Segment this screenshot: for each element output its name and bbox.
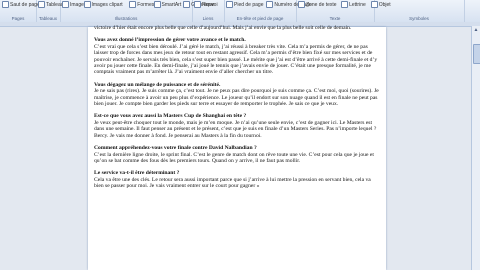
ribbon-button-label: SmartArt [161, 1, 182, 8]
ribbon-button[interactable]: Lettrine [341, 1, 366, 8]
ribbon-group: Pied de page Numéro de page En-tête et pie… [224, 0, 312, 22]
ribbon-button-label: Images clipart [91, 1, 123, 8]
ribbon: Saut de page Pages Tableau Tableaux Image Ima… [0, 0, 480, 23]
ribbon-group-label: Symboles [409, 16, 429, 21]
ribbon-button[interactable]: Zone de texte [298, 1, 337, 8]
ribbon-button-label: Formes [137, 1, 155, 8]
cross-reference-icon [194, 1, 201, 8]
scroll-up-icon[interactable]: ▲ [473, 27, 479, 33]
answer-paragraph: C’est la dernière ligne droite, le sprin… [94, 151, 374, 164]
ribbon-group: Image Images clipart Formes SmartArt Graphiq… [60, 0, 214, 22]
scroll-thumb[interactable] [473, 44, 480, 64]
ribbon-button-label: Renvoi [202, 1, 218, 8]
ribbon-button[interactable]: Image [62, 1, 84, 8]
answer-paragraph: Cela va être une des clés. Le retour ser… [94, 176, 371, 190]
text-box-icon [298, 1, 305, 8]
ribbon-group: Tableau Tableaux [36, 0, 64, 22]
paragraph: victoire d’hier était encore plus belle … [94, 25, 352, 31]
ribbon-group-label: Liens [202, 16, 214, 21]
picture-icon [62, 1, 69, 8]
table-icon [38, 1, 45, 8]
answer-paragraph: C’est vrai que cela s’est bien déroulé. … [94, 43, 378, 76]
ribbon-button[interactable]: Renvoi [194, 1, 218, 8]
ribbon-button-label: Lettrine [349, 1, 366, 8]
ribbon-group: Symboles [374, 0, 465, 22]
ribbon-group-label: Illustrations [114, 16, 138, 21]
document-page[interactable]: victoire d’hier était encore plus belle … [88, 25, 386, 270]
ribbon-button-label: Pied de page [234, 1, 264, 8]
ribbon-group-label: Texte [329, 16, 341, 21]
ribbon-button-label: Zone de texte [306, 1, 337, 8]
smartart-icon [153, 1, 161, 8]
ribbon-button-label: Image [70, 1, 84, 8]
ribbon-group-label: Pages [11, 16, 25, 21]
answer-paragraph: Je ne sais pas (rires). Je suis comme ça… [94, 88, 379, 108]
ribbon-button[interactable]: Saut de page [2, 1, 40, 8]
ribbon-group: Zone de texte Lettrine Objet Texte [296, 0, 391, 22]
ribbon-button[interactable]: Pied de page [226, 1, 263, 8]
ribbon-group-label: En-tête et pied de page [236, 16, 284, 21]
ribbon-button[interactable]: SmartArt [153, 1, 182, 8]
chart-icon [183, 1, 191, 8]
page-break-icon [2, 1, 9, 8]
drop-cap-icon [341, 1, 349, 8]
ribbon-button[interactable]: Formes [129, 1, 154, 8]
ribbon-group: Renvoi Liens [192, 0, 225, 22]
ribbon-button[interactable]: Images clipart [83, 1, 123, 8]
clipart-icon [83, 1, 91, 8]
vertical-scrollbar[interactable]: ▲ [471, 26, 480, 270]
footer-icon [226, 1, 233, 8]
ribbon-group-label: Tableaux [38, 16, 57, 21]
answer-paragraph: Je veux peut-être choquer tout le monde,… [94, 119, 377, 139]
page-number-icon [266, 1, 274, 8]
shapes-icon [129, 1, 137, 8]
document-text[interactable]: victoire d’hier était encore plus belle … [94, 25, 380, 190]
ribbon-group: Saut de page Pages [0, 0, 40, 22]
